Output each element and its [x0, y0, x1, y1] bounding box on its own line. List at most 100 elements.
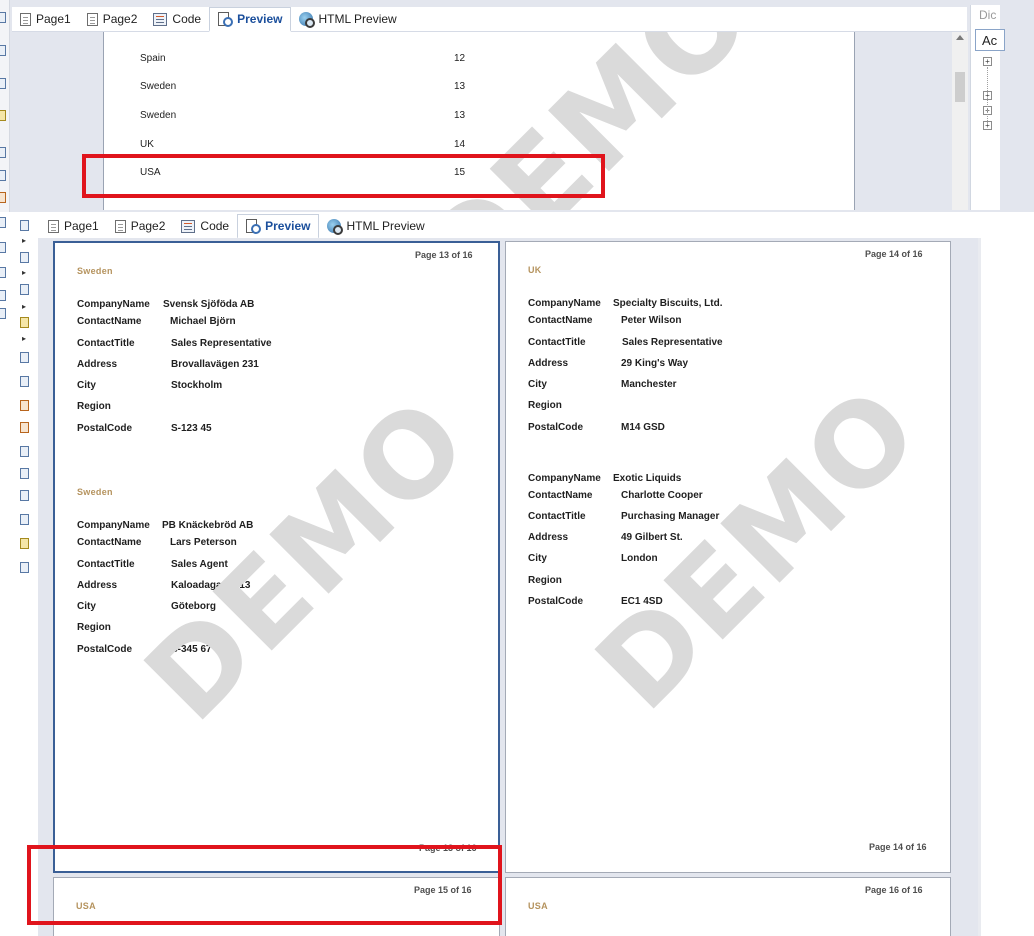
toolbox-item-icon[interactable] — [0, 78, 6, 89]
field-label: CompanyName — [77, 299, 150, 310]
toolbox-item-icon[interactable] — [0, 12, 6, 23]
report-page-14[interactable]: Page 14 of 16 UK CompanyName Specialty B… — [505, 241, 951, 873]
tab-page2[interactable]: Page2 — [79, 7, 146, 31]
field-value: Sales Agent — [171, 559, 228, 570]
page-number-header: Page 13 of 16 — [415, 250, 473, 260]
field-value: Michael Björn — [170, 316, 236, 327]
vertical-scrollbar[interactable] — [952, 32, 968, 210]
page-number-header: Page 16 of 16 — [865, 885, 923, 895]
toolbox-item-icon[interactable] — [20, 446, 29, 457]
toolbox-item-icon[interactable] — [20, 284, 29, 295]
toolbox-item-icon[interactable] — [0, 170, 6, 181]
tab-page1[interactable]: Page1 — [40, 214, 107, 238]
group-country: Sweden — [77, 266, 113, 276]
field-value: 49 Gilbert St. — [621, 532, 683, 543]
toolbox-item-icon[interactable] — [20, 252, 29, 263]
tab-label: Preview — [237, 12, 283, 26]
toolbox-item-icon[interactable] — [20, 376, 29, 387]
tree-line — [987, 67, 988, 127]
field-label: Region — [77, 401, 111, 412]
field-value: Lars Peterson — [170, 537, 237, 548]
field-value: M14 GSD — [621, 422, 665, 433]
toolbox-item-icon[interactable] — [0, 242, 6, 253]
expand-arrow-icon[interactable]: ▸ — [22, 302, 26, 311]
expand-arrow-icon[interactable]: ▸ — [22, 268, 26, 277]
preview-icon — [246, 219, 262, 234]
tab-page2[interactable]: Page2 — [107, 214, 174, 238]
tree-expand-icon[interactable]: + — [983, 57, 992, 66]
toolbox-item-icon[interactable] — [0, 147, 6, 158]
toolbox-item-icon[interactable] — [0, 192, 6, 203]
field-label: ContactName — [77, 537, 142, 548]
toolbox-item-icon[interactable] — [0, 308, 6, 319]
toolbox-item-icon[interactable] — [0, 267, 6, 278]
report-page-13[interactable]: Page 13 of 16 Sweden CompanyName Svensk … — [53, 241, 500, 873]
wrench-tool-icon[interactable] — [20, 562, 29, 573]
dictionary-field-text: Ac — [982, 33, 998, 48]
expand-arrow-icon[interactable]: ▸ — [22, 236, 26, 245]
field-value: Charlotte Cooper — [621, 490, 703, 501]
tab-html-preview[interactable]: HTML Preview — [291, 7, 404, 31]
html-preview-icon — [299, 12, 316, 28]
table-row: USA 15 — [140, 167, 740, 181]
vertical-scrollbar[interactable] — [978, 238, 981, 936]
tab-label: HTML Preview — [346, 219, 425, 233]
tab-code[interactable]: Code — [145, 7, 209, 31]
field-label: Address — [528, 532, 569, 543]
page-number-footer: Page 13 of 16 — [419, 843, 477, 853]
toolbox-item-icon[interactable] — [20, 220, 29, 231]
field-value: Manchester — [621, 379, 677, 390]
field-value: Peter Wilson — [621, 315, 682, 326]
toolbox-item-icon[interactable] — [0, 290, 6, 301]
dictionary-field[interactable]: Ac — [975, 29, 1005, 51]
code-icon — [181, 219, 196, 233]
value-cell: 14 — [454, 139, 466, 150]
html-preview-icon — [327, 219, 344, 235]
scroll-thumb[interactable] — [955, 72, 965, 102]
toolbox-item-icon[interactable] — [20, 400, 29, 411]
tab-page1[interactable]: Page1 — [12, 7, 79, 31]
toolbox-item-icon[interactable] — [20, 317, 29, 328]
chart-tool-icon[interactable] — [20, 538, 29, 549]
page-icon — [114, 219, 126, 233]
report-page-15[interactable]: Page 15 of 16 USA — [53, 877, 500, 936]
report-page-top: Spain12 Sweden13 Sweden13 UK14 USA15 DEM… — [103, 32, 855, 210]
field-label: CompanyName — [528, 473, 601, 484]
field-label: ContactTitle — [528, 337, 586, 348]
table-row: UK 14 — [140, 139, 740, 153]
expand-arrow-icon[interactable]: ▸ — [22, 334, 26, 343]
field-label: ContactTitle — [528, 511, 586, 522]
value-cell: 15 — [454, 167, 466, 178]
field-value: 29 King's Way — [621, 358, 689, 369]
tab-html-preview[interactable]: HTML Preview — [319, 214, 432, 238]
field-value: Stockholm — [171, 380, 223, 391]
field-value: London — [621, 553, 658, 564]
group-country: USA — [76, 901, 96, 911]
page-icon — [48, 219, 59, 233]
toolbox-item-icon[interactable] — [20, 422, 29, 433]
tab-code[interactable]: Code — [173, 214, 237, 238]
toolbox-item-icon[interactable] — [20, 514, 29, 525]
tab-label: Preview — [265, 219, 311, 233]
field-value: S-123 45 — [171, 423, 212, 434]
toolbox-item-icon[interactable] — [0, 217, 6, 228]
toolbox-item-icon[interactable] — [20, 468, 29, 479]
field-label: ContactName — [528, 490, 593, 501]
tab-preview[interactable]: Preview — [237, 214, 320, 239]
field-label: Region — [77, 622, 111, 633]
dictionary-title: Dic — [979, 8, 997, 22]
table-row: Sweden 13 — [140, 110, 740, 124]
field-label: CompanyName — [77, 520, 150, 531]
report-page-16[interactable]: Page 16 of 16 USA — [505, 877, 951, 936]
toolbox-item-icon[interactable] — [20, 490, 29, 501]
field-label: Region — [528, 400, 562, 411]
toolbox-item-icon[interactable] — [0, 110, 6, 121]
field-value: Brovallavägen 231 — [171, 359, 259, 370]
field-label: Region — [528, 575, 562, 586]
scroll-up-icon[interactable] — [956, 35, 964, 40]
table-row: Spain 12 — [140, 53, 740, 67]
tab-label: Code — [172, 12, 202, 26]
toolbox-item-icon[interactable] — [20, 352, 29, 363]
toolbox-item-icon[interactable] — [0, 45, 6, 56]
tab-preview[interactable]: Preview — [209, 7, 292, 32]
